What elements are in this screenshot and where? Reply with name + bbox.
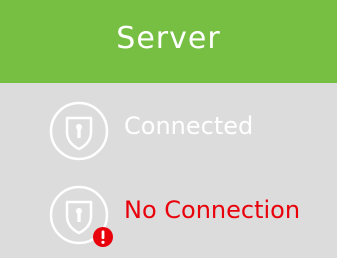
status-label-connected: Connected xyxy=(124,112,254,140)
status-list: Connected No Connection xyxy=(0,83,337,258)
status-label-no-connection: No Connection xyxy=(124,196,301,224)
panel-header: Server xyxy=(0,0,337,83)
server-status-panel: Server Connected No Connection xyxy=(0,0,341,261)
shield-icon xyxy=(48,100,110,162)
status-row-connected: Connected xyxy=(0,100,337,162)
shield-icon xyxy=(48,184,113,247)
status-row-no-connection: No Connection xyxy=(0,184,337,247)
panel-title: Server xyxy=(116,21,221,56)
alert-icon xyxy=(92,226,114,248)
